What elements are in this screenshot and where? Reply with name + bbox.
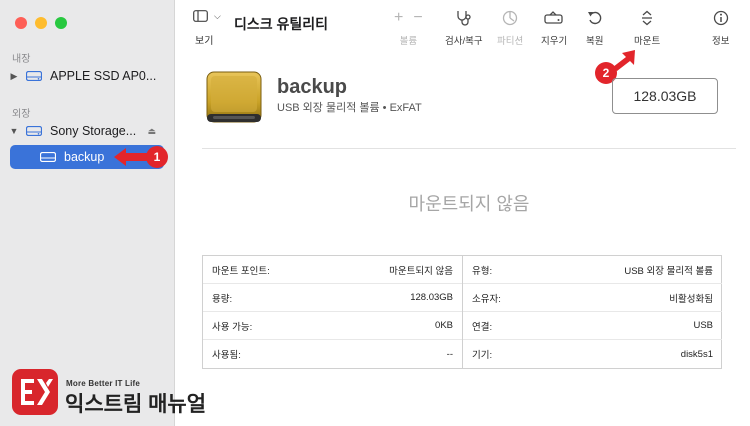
- window-title: 디스크 유틸리티: [234, 16, 329, 32]
- minus-icon: −: [413, 9, 423, 26]
- eject-icon[interactable]: ⏏: [147, 126, 156, 137]
- external-drive-icon: [206, 71, 262, 123]
- first-aid-button[interactable]: 검사/복구: [445, 9, 483, 47]
- volume-subtitle: USB 외장 물리적 볼륨 • ExFAT: [277, 102, 422, 114]
- info-value: 0KB: [435, 320, 453, 331]
- divider: [202, 148, 736, 149]
- restore-label: 복원: [586, 36, 604, 47]
- sidebar-icon: [193, 10, 208, 22]
- sidebar: 내장 ▶ APPLE SSD AP0... 외장 ▼ Sony Storage.…: [0, 0, 175, 426]
- brand-logo: [12, 369, 58, 415]
- table-row: 연결: USB: [463, 312, 722, 340]
- first-aid-label: 검사/복구: [445, 36, 483, 47]
- table-row: 사용됨: --: [203, 340, 462, 368]
- partition-icon: [502, 10, 518, 26]
- info-label: 정보: [712, 36, 730, 47]
- plus-icon: +: [394, 9, 404, 26]
- info-value: USB 외장 물리적 볼륨: [624, 265, 713, 277]
- volume-name: backup: [277, 76, 348, 98]
- partition-label: 파티션: [497, 36, 524, 47]
- table-row: 사용 가능: 0KB: [203, 312, 462, 340]
- toolbar: ⌵ 보기 디스크 유틸리티 + − 볼륨 검사/복구 파티션 지우기 복원 마운트…: [175, 0, 750, 48]
- sidebar-toggle-button[interactable]: ⌵: [193, 10, 221, 22]
- annotation-badge-1: 1: [146, 146, 168, 168]
- sidebar-item-label: APPLE SSD AP0...: [50, 69, 157, 83]
- erase-label: 지우기: [541, 36, 568, 47]
- restore-button[interactable]: 복원: [586, 9, 603, 47]
- table-row: 기기: disk5s1: [463, 340, 722, 368]
- info-icon: [713, 10, 728, 26]
- erase-icon: [544, 11, 563, 24]
- table-row: 용량: 128.03GB: [203, 284, 462, 312]
- watermark-brand: 익스트림 매뉴얼: [65, 393, 207, 416]
- mount-icon: [642, 10, 653, 26]
- volume-size-box: 128.03GB: [612, 78, 718, 114]
- restore-icon: [587, 11, 602, 25]
- chevron-down-icon[interactable]: ▼: [8, 126, 20, 136]
- internal-disk-icon: [26, 71, 42, 81]
- external-disk-icon: [26, 126, 42, 136]
- close-window-button[interactable]: [15, 17, 27, 29]
- info-column-right: 유형: USB 외장 물리적 볼륨 소유자: 비활성화됨 연결: USB 기기: dis…: [463, 256, 722, 368]
- zoom-window-button[interactable]: [55, 17, 67, 29]
- info-key: 유형:: [472, 265, 493, 277]
- info-key: 마운트 포인트:: [212, 265, 270, 277]
- info-value: --: [446, 348, 453, 360]
- partition-button[interactable]: 파티션: [497, 9, 523, 47]
- info-key: 연결:: [472, 321, 493, 333]
- erase-button[interactable]: 지우기: [541, 9, 567, 47]
- annotation-arrow-1: [114, 148, 150, 166]
- sidebar-item-apple-ssd[interactable]: ▶ APPLE SSD AP0...: [8, 64, 166, 88]
- sidebar-item-label: backup: [64, 150, 105, 164]
- mount-button[interactable]: 마운트: [634, 9, 660, 47]
- sidebar-item-sony-storage[interactable]: ▼ Sony Storage... ⏏: [8, 119, 166, 143]
- view-label: 보기: [195, 36, 214, 47]
- info-key: 기기:: [472, 350, 493, 361]
- volume-button[interactable]: + − 볼륨: [394, 9, 423, 47]
- info-key: 사용됨:: [212, 350, 241, 361]
- watermark-tagline: More Better IT Life: [66, 379, 141, 388]
- chevron-down-icon[interactable]: ⌵: [214, 11, 221, 22]
- chevron-right-icon[interactable]: ▶: [8, 71, 20, 82]
- minimize-window-button[interactable]: [35, 17, 47, 29]
- info-value: 비활성화됨: [669, 293, 713, 305]
- section-label-external: 외장: [12, 109, 31, 120]
- volume-info-table: 마운트 포인트: 마운트되지 않음 용량: 128.03GB 사용 가능: 0KB 사…: [202, 255, 722, 369]
- info-key: 소유자:: [472, 293, 501, 305]
- volume-label: 볼륨: [399, 36, 418, 47]
- info-key: 용량:: [212, 293, 233, 305]
- sidebar-item-label: Sony Storage...: [50, 124, 137, 138]
- info-column-left: 마운트 포인트: 마운트되지 않음 용량: 128.03GB 사용 가능: 0KB 사…: [203, 256, 463, 368]
- info-value: USB: [693, 320, 713, 331]
- info-value: 마운트되지 않음: [389, 265, 453, 277]
- info-button[interactable]: 정보: [712, 9, 729, 47]
- section-label-internal: 내장: [12, 54, 31, 65]
- window-controls: [15, 17, 67, 29]
- mount-label: 마운트: [634, 36, 661, 47]
- info-value: 128.03GB: [410, 292, 453, 303]
- stethoscope-icon: [457, 11, 471, 26]
- volume-icon: [40, 152, 56, 162]
- table-row: 유형: USB 외장 물리적 볼륨: [463, 256, 722, 284]
- info-value: disk5s1: [680, 348, 713, 360]
- table-row: 소유자: 비활성화됨: [463, 284, 722, 312]
- info-key: 사용 가능:: [212, 321, 253, 333]
- mount-status-text: 마운트되지 않음: [408, 194, 530, 214]
- table-row: 마운트 포인트: 마운트되지 않음: [203, 256, 462, 284]
